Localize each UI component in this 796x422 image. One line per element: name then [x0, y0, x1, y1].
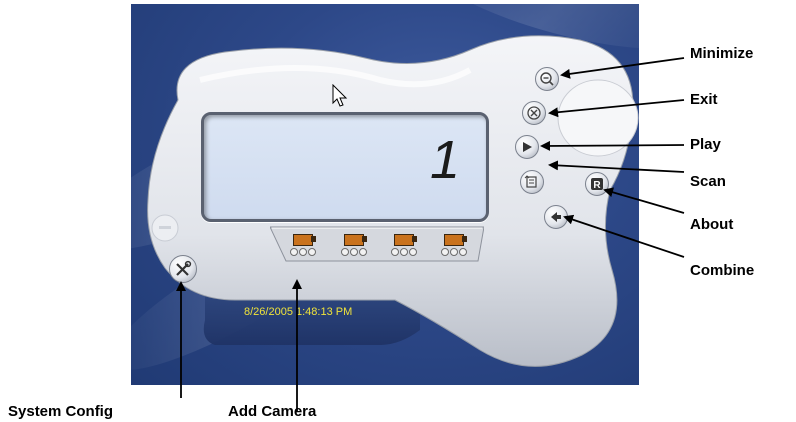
mouse-cursor-icon	[332, 84, 348, 107]
scan-button[interactable]	[520, 170, 544, 194]
system-config-button[interactable]	[169, 255, 197, 283]
callout-system-config: System Config	[8, 403, 114, 420]
add-camera-slot-1[interactable]	[290, 234, 316, 258]
about-button[interactable]: R	[585, 172, 609, 196]
add-camera-slot-4[interactable]	[441, 234, 467, 258]
callout-about: About	[690, 216, 734, 233]
callout-add-camera: Add Camera	[228, 403, 317, 420]
callout-play: Play	[690, 136, 721, 153]
zoom-out-icon	[540, 72, 554, 86]
camera-icon	[344, 234, 364, 246]
camera-icon	[444, 234, 464, 246]
status-datetime: 8/26/2005 1:48:13 PM	[244, 306, 353, 318]
add-camera-slot-3[interactable]	[391, 234, 417, 258]
callout-minimize: Minimize	[690, 45, 754, 62]
callout-scan: Scan	[690, 173, 726, 190]
camera-icon	[394, 234, 414, 246]
callout-exit: Exit	[690, 91, 718, 108]
channel-number: 1	[429, 130, 460, 190]
camera-icon	[293, 234, 313, 246]
minimize-button[interactable]	[535, 67, 559, 91]
combine-button[interactable]	[544, 205, 568, 229]
add-camera-slot-2[interactable]	[341, 234, 367, 258]
channel-display: 1	[201, 112, 489, 222]
play-button[interactable]	[515, 135, 539, 159]
exit-button[interactable]	[522, 101, 546, 125]
svg-text:R: R	[593, 180, 601, 191]
back-arrow-icon	[551, 212, 561, 222]
scan-icon	[524, 175, 537, 188]
minus-icon	[159, 226, 171, 229]
play-icon	[523, 142, 532, 152]
close-circle-icon	[527, 106, 541, 120]
about-icon: R	[591, 178, 603, 191]
callout-combine: Combine	[690, 262, 755, 279]
tools-icon	[176, 260, 192, 276]
